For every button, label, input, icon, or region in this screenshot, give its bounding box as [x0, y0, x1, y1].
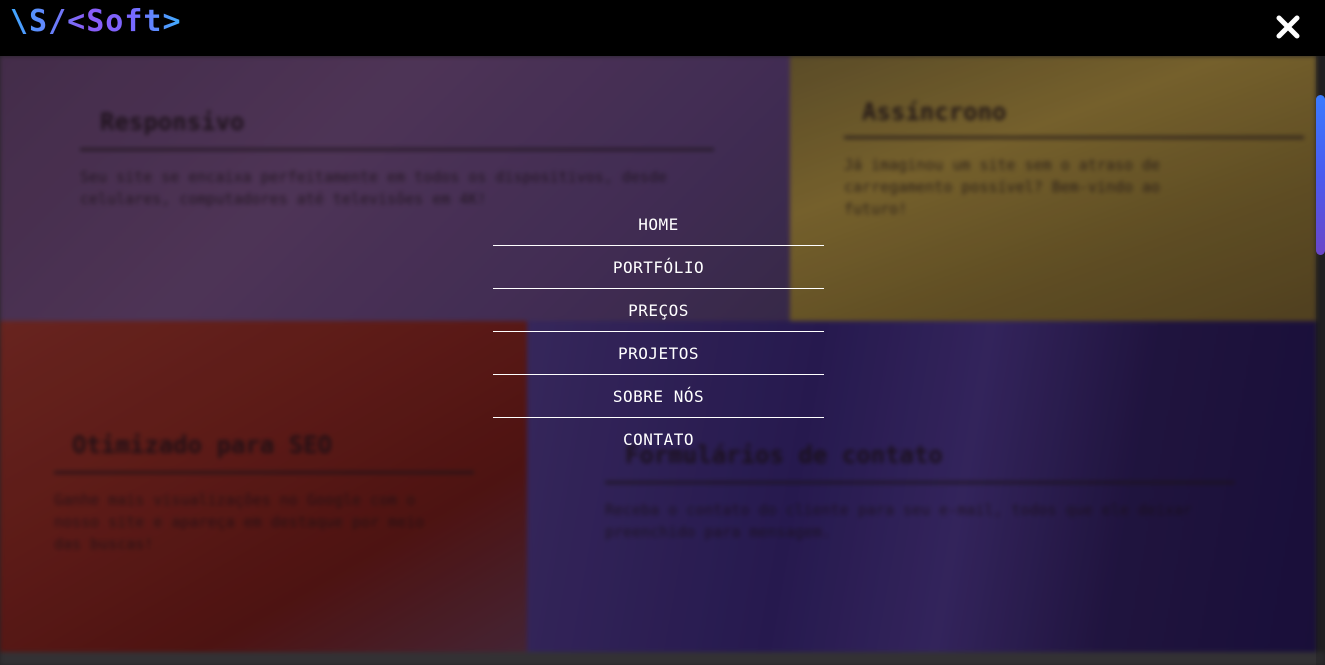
menu-item-home[interactable]: HOME [493, 203, 824, 246]
menu-item-portfolio[interactable]: PORTFÓLIO [493, 246, 824, 289]
menu-item-projetos[interactable]: PROJETOS [493, 332, 824, 375]
close-icon [1271, 15, 1305, 48]
logo[interactable]: \S/<Soft> [10, 4, 182, 39]
page: \S/<Soft> Responsivo Seu site se encaixa… [0, 0, 1325, 665]
scrollbar-thumb[interactable] [1316, 95, 1325, 255]
header: \S/<Soft> [0, 0, 1325, 56]
menu-item-precos[interactable]: PREÇOS [493, 289, 824, 332]
menu-item-sobre-nos[interactable]: SOBRE NÓS [493, 375, 824, 418]
nav-menu: HOME PORTFÓLIO PREÇOS PROJETOS SOBRE NÓS… [493, 203, 824, 460]
menu-item-contato[interactable]: CONTATO [493, 418, 824, 460]
close-menu-button[interactable] [1271, 10, 1305, 44]
